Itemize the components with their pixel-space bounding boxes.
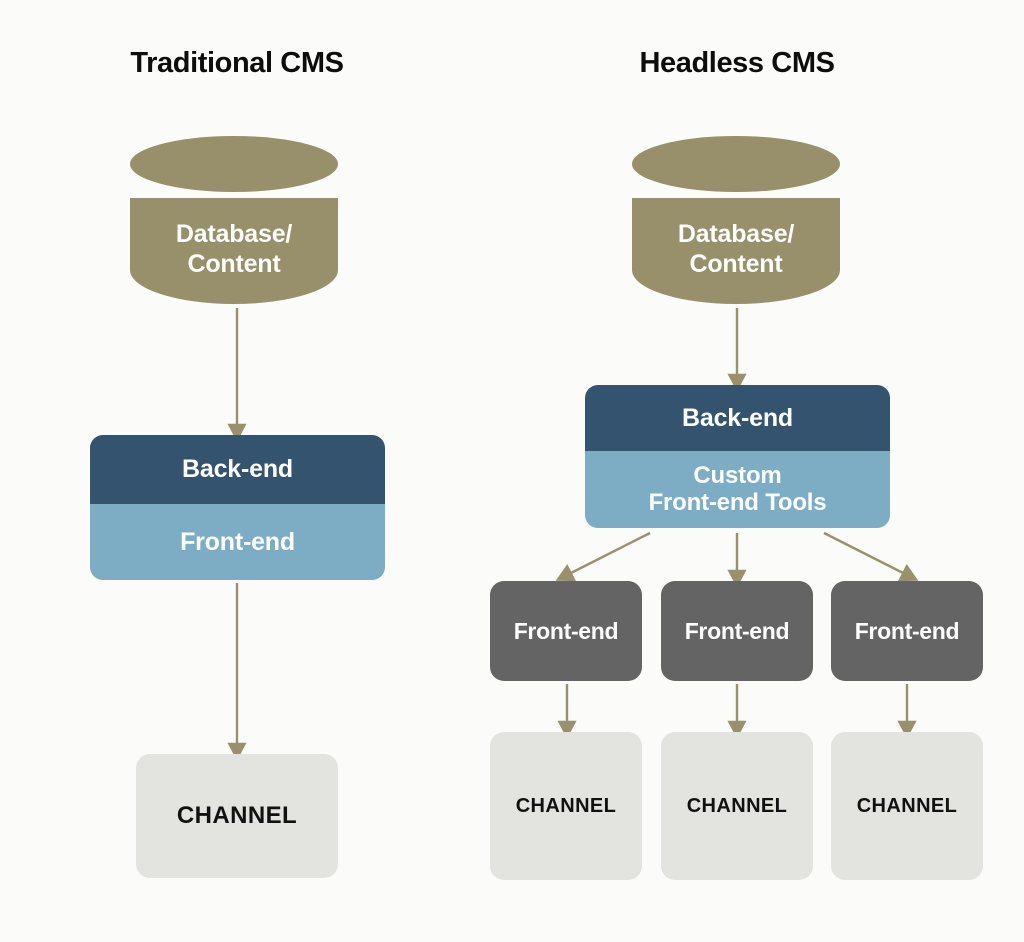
cylinder-label: Database/ Content xyxy=(130,220,338,279)
traditional-backend-band: Back-end xyxy=(90,435,385,504)
cylinder-label-line2: Content xyxy=(187,249,281,278)
arrow-headless-stack-to-fe3 xyxy=(823,531,919,582)
database-cylinder-headless: Database/ Content xyxy=(632,136,840,304)
headless-channel-box-1: CHANNEL xyxy=(490,732,642,880)
cms-comparison-diagram: Traditional CMS Headless CMS Database/ C… xyxy=(0,0,1024,942)
cylinder-label: Database/ Content xyxy=(632,220,840,279)
arrow-headless-stack-to-fe1 xyxy=(555,531,651,582)
traditional-frontend-band: Front-end xyxy=(90,504,385,580)
headless-stack-box: Back-end Custom Front-end Tools xyxy=(585,385,890,528)
cylinder-label-line1: Database/ xyxy=(175,220,293,248)
headless-frontend-box-3: Front-end xyxy=(831,581,983,681)
headless-channel-box-2: CHANNEL xyxy=(661,732,813,880)
database-cylinder-traditional: Database/ Content xyxy=(130,136,338,304)
headless-frontend-box-1: Front-end xyxy=(490,581,642,681)
headless-channel-box-3: CHANNEL xyxy=(831,732,983,880)
cylinder-label-line1: Database/ xyxy=(677,220,795,248)
headless-custom-tools-line1: Custom xyxy=(693,461,782,489)
cylinder-label-line2: Content xyxy=(689,249,783,278)
headless-custom-tools-line2: Front-end Tools xyxy=(648,488,827,516)
traditional-channel-box: CHANNEL xyxy=(136,754,338,878)
traditional-stack-box: Back-end Front-end xyxy=(90,435,385,580)
headless-cms-title: Headless CMS xyxy=(639,47,835,79)
traditional-cms-title: Traditional CMS xyxy=(130,47,344,79)
cylinder-top-ellipse xyxy=(632,136,840,192)
cylinder-body: Database/ Content xyxy=(632,198,840,304)
cylinder-body: Database/ Content xyxy=(130,198,338,304)
headless-backend-band: Back-end xyxy=(585,385,890,451)
headless-frontend-box-2: Front-end xyxy=(661,581,813,681)
headless-custom-tools-band: Custom Front-end Tools xyxy=(585,451,890,528)
cylinder-top-ellipse xyxy=(130,136,338,192)
